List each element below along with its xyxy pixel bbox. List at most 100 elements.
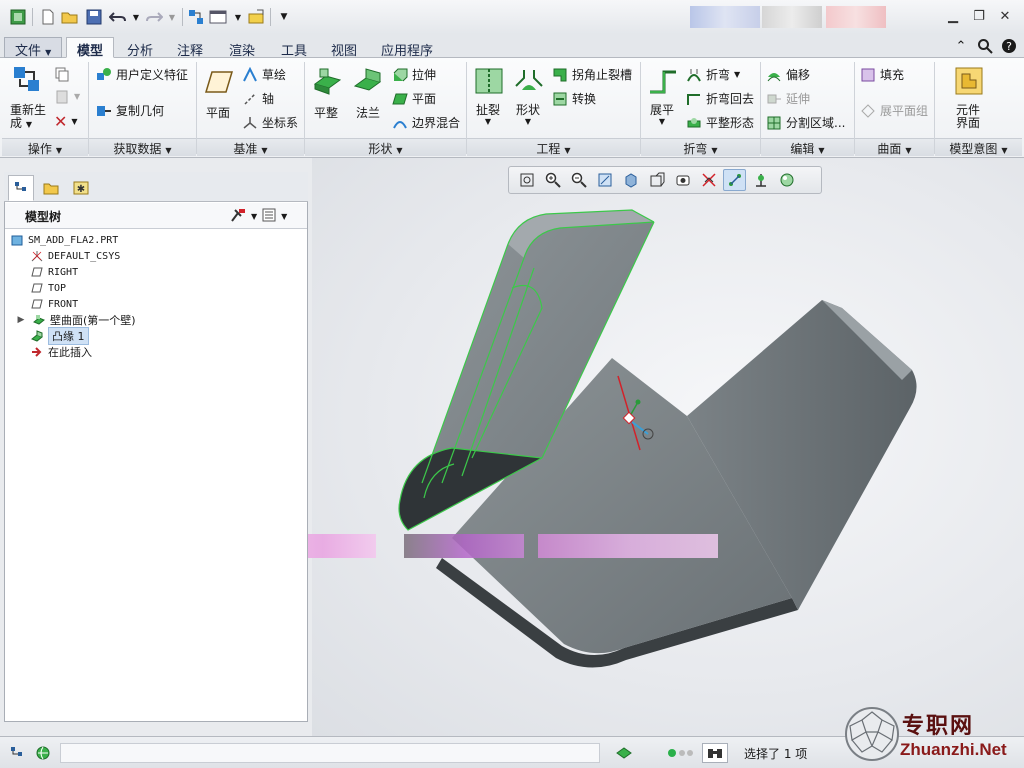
favorites-tab-icon[interactable]: ✱ bbox=[68, 175, 94, 201]
flat-wall-icon[interactable] bbox=[312, 66, 342, 96]
close-icon[interactable]: ✕ bbox=[996, 7, 1014, 25]
tree-item-first-wall[interactable]: ▶ 壁曲面(第一个壁) bbox=[14, 312, 136, 328]
flange-button[interactable]: 法兰 bbox=[356, 104, 380, 121]
fill-button[interactable]: 填充 bbox=[860, 66, 904, 83]
folder-browser-tab-icon[interactable] bbox=[38, 175, 64, 201]
display-style-icon[interactable] bbox=[619, 169, 642, 191]
refit-icon[interactable] bbox=[515, 169, 538, 191]
component-interface-button[interactable]: 元件 界面 bbox=[956, 104, 980, 130]
zoom-out-icon[interactable] bbox=[567, 169, 590, 191]
group-surfaces[interactable]: 曲面 ▼ bbox=[855, 138, 934, 156]
windows-icon[interactable] bbox=[208, 7, 228, 27]
repaint-icon[interactable] bbox=[593, 169, 616, 191]
group-bends[interactable]: 折弯 ▼ bbox=[641, 138, 760, 156]
copy-geometry-button[interactable]: 复制几何 bbox=[96, 102, 164, 119]
show-navigator-icon[interactable] bbox=[6, 743, 28, 763]
regenerate-icon[interactable] bbox=[186, 7, 206, 27]
tab-model[interactable]: 模型 bbox=[66, 37, 115, 59]
extrude-button[interactable]: 拉伸 bbox=[392, 66, 436, 83]
flat-pattern-button[interactable]: 展平面组 bbox=[860, 102, 928, 119]
model-tree-tab-icon[interactable] bbox=[8, 175, 34, 201]
tree-item-right[interactable]: RIGHT bbox=[30, 264, 78, 280]
show-browser-icon[interactable] bbox=[32, 743, 54, 763]
unbend-icon[interactable] bbox=[648, 66, 678, 96]
tree-settings-icon[interactable] bbox=[229, 207, 247, 226]
convert-button[interactable]: 转换 bbox=[552, 90, 596, 107]
bend-button[interactable]: 折弯 ▼ bbox=[686, 66, 740, 83]
search-icon[interactable] bbox=[976, 37, 994, 55]
group-engineering[interactable]: 工程 ▼ bbox=[467, 138, 640, 156]
boundary-blend-button[interactable]: 边界混合 bbox=[392, 114, 460, 131]
annotation-display-icon[interactable] bbox=[749, 169, 772, 191]
regenerate-button[interactable]: 重新生 成 ▼ bbox=[10, 104, 46, 131]
datum-display-icon[interactable] bbox=[697, 169, 720, 191]
customize-icon[interactable]: ▼ bbox=[274, 7, 294, 27]
group-shapes[interactable]: 形状 ▼ bbox=[305, 138, 466, 156]
split-area-button[interactable]: 分割区域... bbox=[766, 114, 845, 131]
unbend-button[interactable]: 展平 ▼ bbox=[650, 104, 674, 128]
extend-button[interactable]: 延伸 bbox=[766, 90, 810, 107]
undo-dropdown-icon[interactable]: ▼ bbox=[126, 7, 146, 27]
view-manager-icon[interactable] bbox=[671, 169, 694, 191]
tab-applications[interactable]: 应用程序 bbox=[370, 37, 444, 59]
axis-button[interactable]: 轴 bbox=[242, 90, 274, 107]
undo-icon[interactable] bbox=[108, 7, 128, 27]
regenerate-large-icon[interactable] bbox=[12, 64, 42, 94]
close-window-icon[interactable] bbox=[246, 7, 266, 27]
csys-button[interactable]: 坐标系 bbox=[242, 114, 298, 131]
open-icon[interactable] bbox=[60, 7, 80, 27]
delete-icon[interactable]: ✕ ▼ bbox=[54, 112, 78, 131]
tab-view[interactable]: 视图 bbox=[320, 37, 368, 59]
tree-settings-dropdown-icon[interactable]: ▼ bbox=[251, 212, 257, 221]
component-interface-icon[interactable] bbox=[954, 66, 984, 96]
tree-filter-dropdown-icon[interactable]: ▼ bbox=[281, 212, 287, 221]
expand-icon[interactable]: ▶ bbox=[14, 314, 28, 326]
regen-status-icon[interactable] bbox=[612, 743, 636, 763]
flat-button[interactable]: 平整 bbox=[314, 104, 338, 121]
help-icon[interactable]: ? bbox=[1000, 37, 1018, 55]
tree-item-insert-here[interactable]: 在此插入 bbox=[30, 344, 92, 360]
up-arrow-icon[interactable]: ⌃ bbox=[952, 37, 970, 55]
offset-button[interactable]: 偏移 bbox=[766, 66, 810, 83]
redo-dropdown-icon[interactable]: ▼ bbox=[162, 7, 182, 27]
save-icon[interactable] bbox=[84, 7, 104, 27]
graphics-window[interactable] bbox=[312, 158, 1024, 736]
tab-render[interactable]: 渲染 bbox=[218, 37, 266, 59]
redo-icon[interactable] bbox=[144, 7, 164, 27]
find-icon[interactable] bbox=[702, 743, 728, 763]
saved-orientations-icon[interactable] bbox=[645, 169, 668, 191]
group-get-data[interactable]: 获取数据 ▼ bbox=[89, 138, 196, 156]
copy-icon[interactable] bbox=[54, 66, 70, 82]
flatten-form-button[interactable]: 平整形态 bbox=[686, 114, 754, 131]
tab-tools[interactable]: 工具 bbox=[270, 37, 318, 59]
corner-relief-button[interactable]: 拐角止裂槽 bbox=[552, 66, 632, 83]
plane-large-icon[interactable] bbox=[204, 66, 234, 96]
form-icon[interactable] bbox=[514, 66, 544, 96]
sketch-button[interactable]: 草绘 bbox=[242, 66, 286, 83]
tab-annotate[interactable]: 注释 bbox=[166, 37, 214, 59]
windows-dropdown-icon[interactable]: ▼ bbox=[228, 7, 248, 27]
rip-icon[interactable] bbox=[474, 66, 504, 96]
tab-analysis[interactable]: 分析 bbox=[116, 37, 164, 59]
tree-filter-icon[interactable] bbox=[261, 207, 277, 226]
group-model-intent[interactable]: 模型意图 ▼ bbox=[935, 138, 1022, 156]
plane-button[interactable]: 平面 bbox=[206, 104, 230, 121]
paste-icon[interactable]: ▼ bbox=[54, 88, 80, 104]
new-icon[interactable] bbox=[38, 7, 58, 27]
group-editing[interactable]: 编辑 ▼ bbox=[761, 138, 854, 156]
zoom-in-icon[interactable] bbox=[541, 169, 564, 191]
flange-wall-icon[interactable] bbox=[352, 66, 382, 96]
tree-item-top[interactable]: TOP bbox=[30, 280, 66, 296]
appearance-gallery-icon[interactable] bbox=[775, 169, 798, 191]
bend-back-button[interactable]: 折弯回去 bbox=[686, 90, 754, 107]
rip-button[interactable]: 扯裂 ▼ bbox=[476, 104, 500, 128]
group-operations[interactable]: 操作 ▼ bbox=[2, 138, 88, 156]
spin-center-icon[interactable] bbox=[723, 169, 746, 191]
group-datum[interactable]: 基准 ▼ bbox=[197, 138, 304, 156]
tree-item-part[interactable]: SM_ADD_FLA2.PRT bbox=[10, 232, 118, 248]
udf-button[interactable]: 用户定义特征 bbox=[96, 66, 188, 83]
form-button[interactable]: 形状 ▼ bbox=[516, 104, 540, 128]
minimize-icon[interactable]: ▁ bbox=[944, 7, 962, 25]
tree-item-csys[interactable]: DEFAULT_CSYS bbox=[30, 248, 120, 264]
sheetmetal-part-model[interactable] bbox=[312, 158, 1024, 736]
